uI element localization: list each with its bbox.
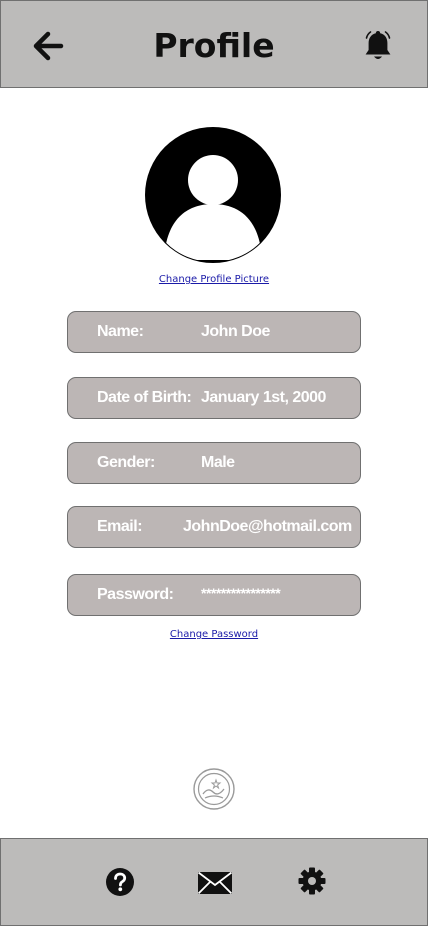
logo-emblem-icon bbox=[193, 768, 235, 810]
password-field[interactable]: Password: **************** bbox=[67, 574, 361, 616]
password-value: **************** bbox=[201, 585, 281, 601]
settings-button[interactable] bbox=[298, 867, 326, 900]
messages-button[interactable] bbox=[197, 871, 233, 900]
gender-value: Male bbox=[201, 454, 235, 471]
email-label: Email: bbox=[97, 518, 143, 535]
notifications-button[interactable] bbox=[363, 29, 393, 63]
app-logo bbox=[193, 768, 235, 810]
header-bar: Profile bbox=[0, 0, 428, 88]
change-profile-picture-link[interactable]: Change Profile Picture bbox=[0, 274, 428, 285]
date-of-birth-value: January 1st, 2000 bbox=[201, 389, 326, 406]
bell-icon bbox=[365, 31, 391, 59]
password-label: Password: bbox=[97, 586, 174, 603]
help-button[interactable] bbox=[105, 867, 135, 902]
envelope-icon bbox=[197, 871, 233, 895]
name-field[interactable]: Name: John Doe bbox=[67, 311, 361, 353]
footer-bar bbox=[0, 838, 428, 926]
name-value: John Doe bbox=[201, 323, 270, 340]
gender-label: Gender: bbox=[97, 454, 155, 471]
question-mark-icon bbox=[106, 868, 134, 896]
email-field[interactable]: Email: JohnDoe@hotmail.com bbox=[67, 506, 361, 548]
profile-avatar[interactable] bbox=[144, 126, 282, 264]
date-of-birth-field[interactable]: Date of Birth: January 1st, 2000 bbox=[67, 377, 361, 419]
date-of-birth-label: Date of Birth: bbox=[97, 389, 192, 406]
user-avatar-icon bbox=[145, 127, 281, 263]
change-password-link[interactable]: Change Password bbox=[0, 629, 428, 640]
email-value: JohnDoe@hotmail.com bbox=[183, 518, 352, 535]
name-label: Name: bbox=[97, 323, 144, 340]
gender-field[interactable]: Gender: Male bbox=[67, 442, 361, 484]
gear-icon bbox=[298, 867, 326, 895]
